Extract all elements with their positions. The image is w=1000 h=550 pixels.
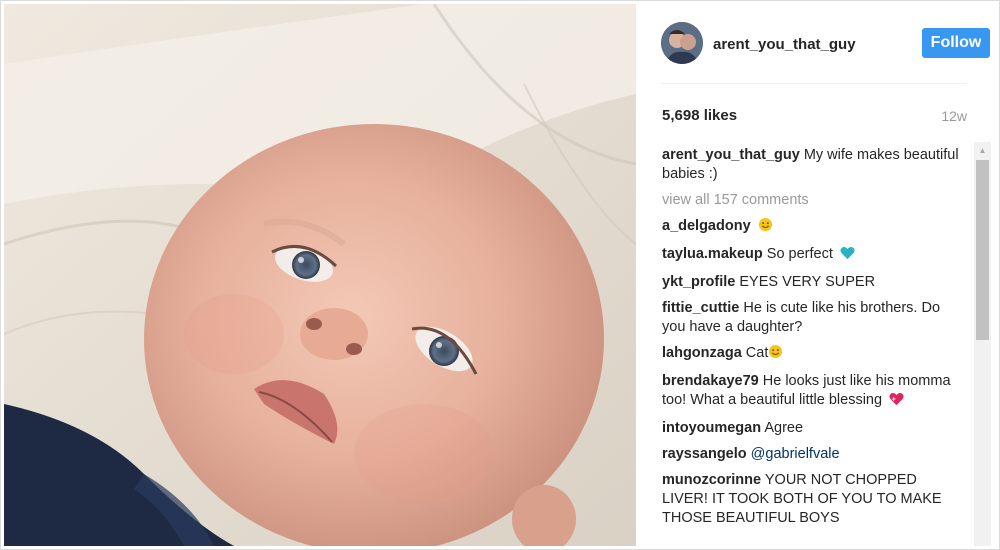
comments-list: arent_you_that_guy My wife makes beautif… [662,146,962,546]
heart-emoji-icon [840,246,855,266]
comment-username[interactable]: taylua.makeup [662,246,763,262]
comment-item: intoyoumegan Agree [662,419,962,438]
comment-item: taylua.makeup So perfect [662,245,962,266]
comment-text: Agree [764,420,804,436]
avatar-image [661,22,703,64]
comment-item: ykt_profile EYES VERY SUPER [662,273,962,292]
scroll-up-arrow-icon[interactable]: ▲ [974,142,991,159]
post-username[interactable]: arent_you_that_guy [713,36,856,53]
post-sidebar: arent_you_that_guy Follow 5,698 likes 12… [637,0,1000,550]
comment-username[interactable]: brendakaye79 [662,373,759,389]
comment-item: brendakaye79 He looks just like his momm… [662,372,962,412]
comment-text: EYES VERY SUPER [739,274,876,290]
comment-item: a_delgadony [662,217,962,238]
comment-item: fittie_cuttie He is cute like his brothe… [662,299,962,337]
comment-username[interactable]: fittie_cuttie [662,300,739,316]
post-age[interactable]: 12w [941,108,967,124]
sparkling-heart-emoji-icon [889,392,904,412]
likes-count[interactable]: 5,698 likes [662,107,737,124]
comment-username[interactable]: intoyoumegan [662,420,761,436]
follow-button[interactable]: Follow [922,28,990,58]
comment-username[interactable]: munozcorinne [662,472,761,488]
instagram-post: arent_you_that_guy Follow 5,698 likes 12… [0,0,1000,550]
comment-item: lahgonzaga Cat [662,344,962,365]
caption-username[interactable]: arent_you_that_guy [662,147,800,163]
caption: arent_you_that_guy My wife makes beautif… [662,146,962,184]
comment-username[interactable]: a_delgadony [662,218,751,234]
scroll-thumb[interactable] [976,160,989,340]
comment-username[interactable]: ykt_profile [662,274,735,290]
comment-text: Cat [745,345,769,361]
post-header: arent_you_that_guy Follow [661,20,990,68]
comment-mention-link[interactable]: @gabrielfvale [751,446,840,462]
smile-emoji-icon [768,344,783,365]
comment-item: rayssangelo @gabrielfvale [662,445,962,464]
comment-text: So perfect [766,246,833,262]
post-photo[interactable] [4,4,636,546]
avatar[interactable] [661,22,703,64]
smile-emoji-icon [758,217,773,238]
comment-item: munozcorinne YOUR NOT CHOPPED LIVER! IT … [662,471,962,528]
comment-username[interactable]: lahgonzaga [662,345,742,361]
comments-scrollbar[interactable]: ▲ [974,142,991,546]
header-divider [661,83,967,84]
comment-username[interactable]: rayssangelo [662,446,747,462]
baby-photo-image [4,4,636,546]
view-all-comments-link[interactable]: view all 157 comments [662,191,962,210]
